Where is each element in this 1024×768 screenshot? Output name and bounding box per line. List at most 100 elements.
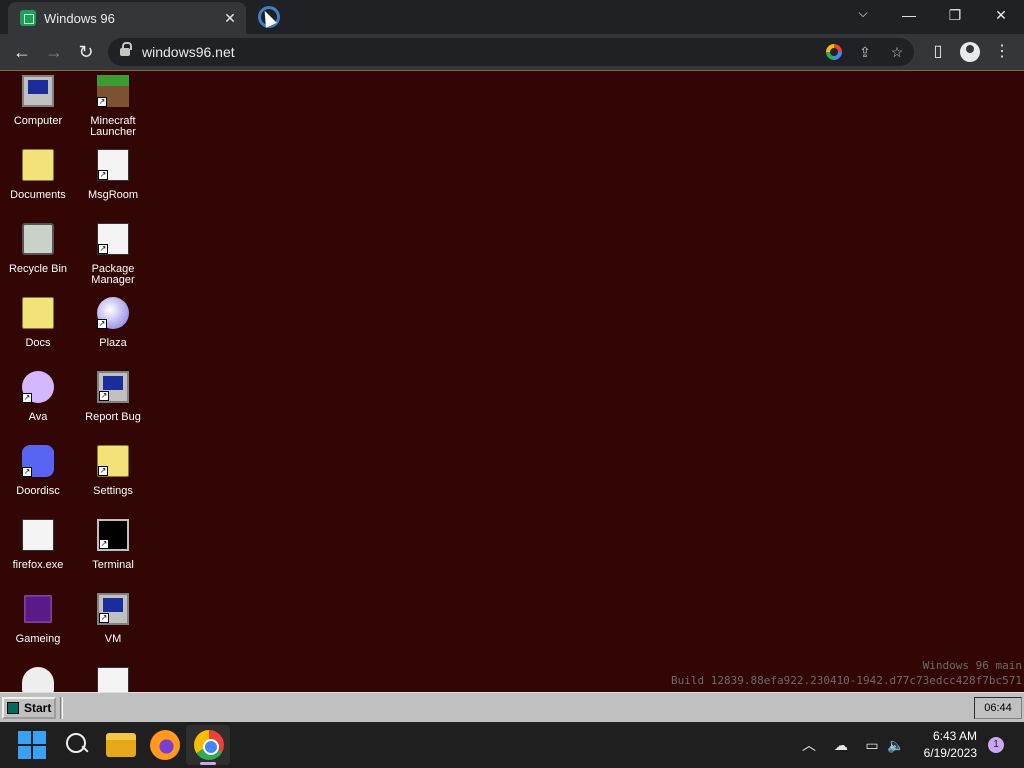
desktop-icon-settings[interactable]: ↗ Settings: [76, 443, 150, 497]
w96-taskbar: Start 06:44: [0, 692, 1024, 722]
lock-icon[interactable]: [120, 42, 132, 58]
tray-overflow-chevron-icon[interactable]: ︿: [798, 734, 820, 756]
desktop-icon-label: Docs: [25, 337, 51, 349]
network-icon[interactable]: ▭: [861, 734, 883, 756]
ava-icon: ↗: [22, 371, 54, 403]
minimize-button[interactable]: —: [894, 4, 924, 26]
chrome-running-indicator: [200, 762, 216, 765]
windows96-favicon-icon: [20, 10, 36, 26]
desktop-icon-terminal[interactable]: ↗ Terminal: [76, 517, 150, 571]
cube-icon: [24, 595, 52, 623]
desktop-icon-computer[interactable]: Computer: [1, 73, 75, 127]
desktop-icon-firefox-exe[interactable]: firefox.exe: [1, 517, 75, 571]
tab-close-icon[interactable]: ✕: [220, 10, 240, 27]
desktop-icon-ava[interactable]: ↗ Ava: [1, 369, 75, 423]
desktop-icon-docs[interactable]: Docs: [1, 295, 75, 349]
desktop-icon-report-bug[interactable]: ↗ Report Bug: [76, 369, 150, 423]
address-bar[interactable]: windows96.net ⇪ ☆: [108, 38, 914, 66]
grass-icon: ↗: [97, 75, 129, 107]
paper-icon: [97, 667, 129, 692]
side-panel-icon[interactable]: ▯: [926, 40, 950, 64]
share-icon[interactable]: ⇪: [856, 43, 874, 61]
desktop-icon-label: Settings: [93, 485, 133, 497]
desktop-icon-label: firefox.exe: [12, 559, 64, 571]
browser-menu-icon[interactable]: ⋮: [990, 40, 1014, 64]
system-clock-date[interactable]: 6/19/2023: [924, 746, 977, 760]
bookmark-star-icon[interactable]: ☆: [888, 43, 906, 61]
system-clock-time[interactable]: 6:43 AM: [933, 729, 977, 743]
desktop-icon-icon-17[interactable]: [76, 665, 150, 692]
term-icon: ↗: [97, 519, 129, 551]
notification-badge[interactable]: 1: [988, 737, 1004, 753]
build-line-2: Build 12839.88efa922.230410-1942.d77c73e…: [671, 674, 1022, 687]
restore-button[interactable]: ❐: [940, 4, 970, 26]
desktop-icon-label: MsgRoom: [87, 189, 139, 201]
shortcut-arrow-icon: ↗: [98, 244, 108, 254]
shortcut-arrow-icon: ↗: [97, 97, 107, 107]
w96-start-button[interactable]: Start: [2, 697, 56, 719]
desktop-icon-label: VM: [104, 633, 122, 645]
desktop-icon-recycle-bin[interactable]: Recycle Bin: [1, 221, 75, 275]
desktop-icon-label: Plaza: [99, 337, 127, 349]
tab-title: Windows 96: [44, 10, 115, 26]
shortcut-arrow-icon: ↗: [99, 539, 109, 549]
close-window-button[interactable]: ✕: [986, 4, 1016, 26]
start-label: Start: [24, 701, 52, 715]
monitor-icon: ↗: [97, 593, 129, 625]
desktop-icon-label: Computer: [13, 115, 63, 127]
desktop-icon-label: Doordisc: [16, 485, 60, 497]
w96-desktop[interactable]: Computer ↗ Minecraft Launcher Documents ↗ Msg…: [0, 70, 1024, 692]
desktop-icon-doordisc[interactable]: ↗ Doordisc: [1, 443, 75, 497]
windows-taskbar: ︿ ☁ ▭ 🔈 6:43 AM 6/19/2023 1: [0, 722, 1024, 768]
firefox-icon[interactable]: [150, 730, 180, 760]
desktop-icon-plaza[interactable]: ↗ Plaza: [76, 295, 150, 349]
desktop-icon-documents[interactable]: Documents: [1, 147, 75, 201]
build-line-1: Windows 96 main: [922, 659, 1022, 672]
desktop-icon-label: Gameing: [15, 633, 61, 645]
reload-button[interactable]: ↻: [74, 40, 98, 64]
w96-taskbar-separator: [60, 697, 63, 719]
shortcut-arrow-icon: ↗: [99, 613, 109, 623]
monitor-icon: [22, 75, 54, 107]
volume-icon[interactable]: 🔈: [885, 734, 907, 756]
globe-icon: ↗: [97, 297, 129, 329]
windows-start-icon[interactable]: [18, 731, 46, 759]
url-text[interactable]: windows96.net: [142, 44, 235, 60]
desktop-icon-minecraft-launcher[interactable]: ↗ Minecraft Launcher: [76, 73, 150, 138]
build-info: Windows 96 main Build 12839.88efa922.2304…: [671, 658, 1022, 688]
tab-search-icon[interactable]: ⌵: [852, 6, 874, 21]
desktop-icon-icon-16[interactable]: [1, 665, 75, 692]
shortcut-arrow-icon: ↗: [97, 319, 107, 329]
desktop-icon-gameing[interactable]: Gameing: [1, 591, 75, 645]
desktop-icon-label: Package Manager: [91, 263, 135, 286]
desktop-icon-package-manager[interactable]: ↗ Package Manager: [76, 221, 150, 286]
desktop-icon-label: Documents: [10, 189, 66, 201]
bin-icon: [22, 223, 54, 255]
file-explorer-icon[interactable]: [106, 733, 136, 757]
w96-start-logo-icon: [7, 702, 19, 714]
forward-button[interactable]: →: [42, 40, 66, 64]
desktop-icon-label: Report Bug: [85, 411, 141, 423]
folder-icon: [22, 149, 54, 181]
shortcut-arrow-icon: ↗: [22, 393, 32, 403]
search-icon[interactable]: [62, 730, 92, 760]
browser-toolbar: ← → ↻ windows96.net ⇪ ☆ ▯ ⋮: [0, 34, 1024, 70]
desktop-icon-vm[interactable]: ↗ VM: [76, 591, 150, 645]
desktop-icon-msgroom[interactable]: ↗ MsgRoom: [76, 147, 150, 201]
browser-tab[interactable]: Windows 96 ✕: [8, 2, 246, 34]
browser-tab-strip: Windows 96 ✕ ⌵ — ❐ ✕: [0, 0, 1024, 34]
w96-clock: 06:44: [974, 697, 1022, 719]
skull-icon: [22, 667, 54, 692]
desktop-icon-label: Recycle Bin: [8, 263, 68, 275]
google-lens-icon[interactable]: [826, 44, 842, 60]
back-button[interactable]: ←: [10, 40, 34, 64]
discord-icon: ↗: [22, 445, 54, 477]
chrome-icon[interactable]: [194, 730, 224, 760]
desktop-icon-label: Terminal: [92, 559, 134, 571]
profile-avatar-icon[interactable]: [960, 42, 980, 62]
paper-icon: ↗: [97, 223, 129, 255]
onedrive-cloud-icon[interactable]: ☁: [830, 734, 852, 756]
shortcut-arrow-icon: ↗: [22, 467, 32, 477]
shortcut-arrow-icon: ↗: [98, 170, 108, 180]
desktop-icon-label: Ava: [28, 411, 48, 423]
